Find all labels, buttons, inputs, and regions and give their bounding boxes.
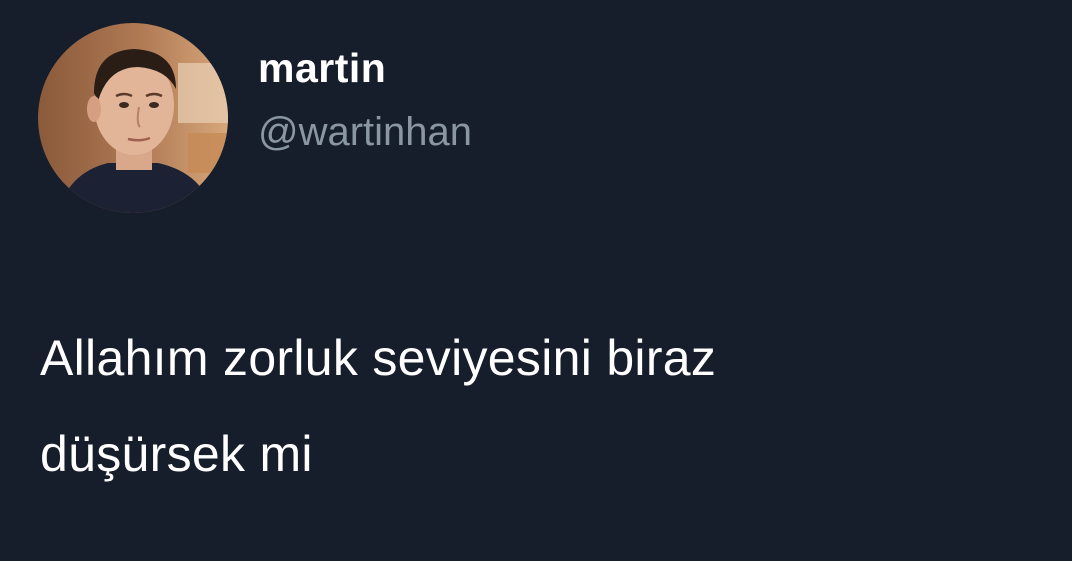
tweet-header: martin @wartinhan bbox=[38, 23, 472, 213]
user-handle[interactable]: @wartinhan bbox=[258, 108, 472, 156]
tweet-text-line: Allahım zorluk seviyesini biraz bbox=[40, 330, 717, 386]
avatar[interactable] bbox=[38, 23, 228, 213]
tweet-card: martin @wartinhan Allahım zorluk seviyes… bbox=[0, 0, 1072, 561]
author-names: martin @wartinhan bbox=[258, 44, 472, 156]
tweet-text-line: düşürsek mi bbox=[40, 426, 313, 482]
tweet-text: Allahım zorluk seviyesini biraz düşürsek… bbox=[40, 310, 1040, 502]
display-name[interactable]: martin bbox=[258, 44, 472, 92]
